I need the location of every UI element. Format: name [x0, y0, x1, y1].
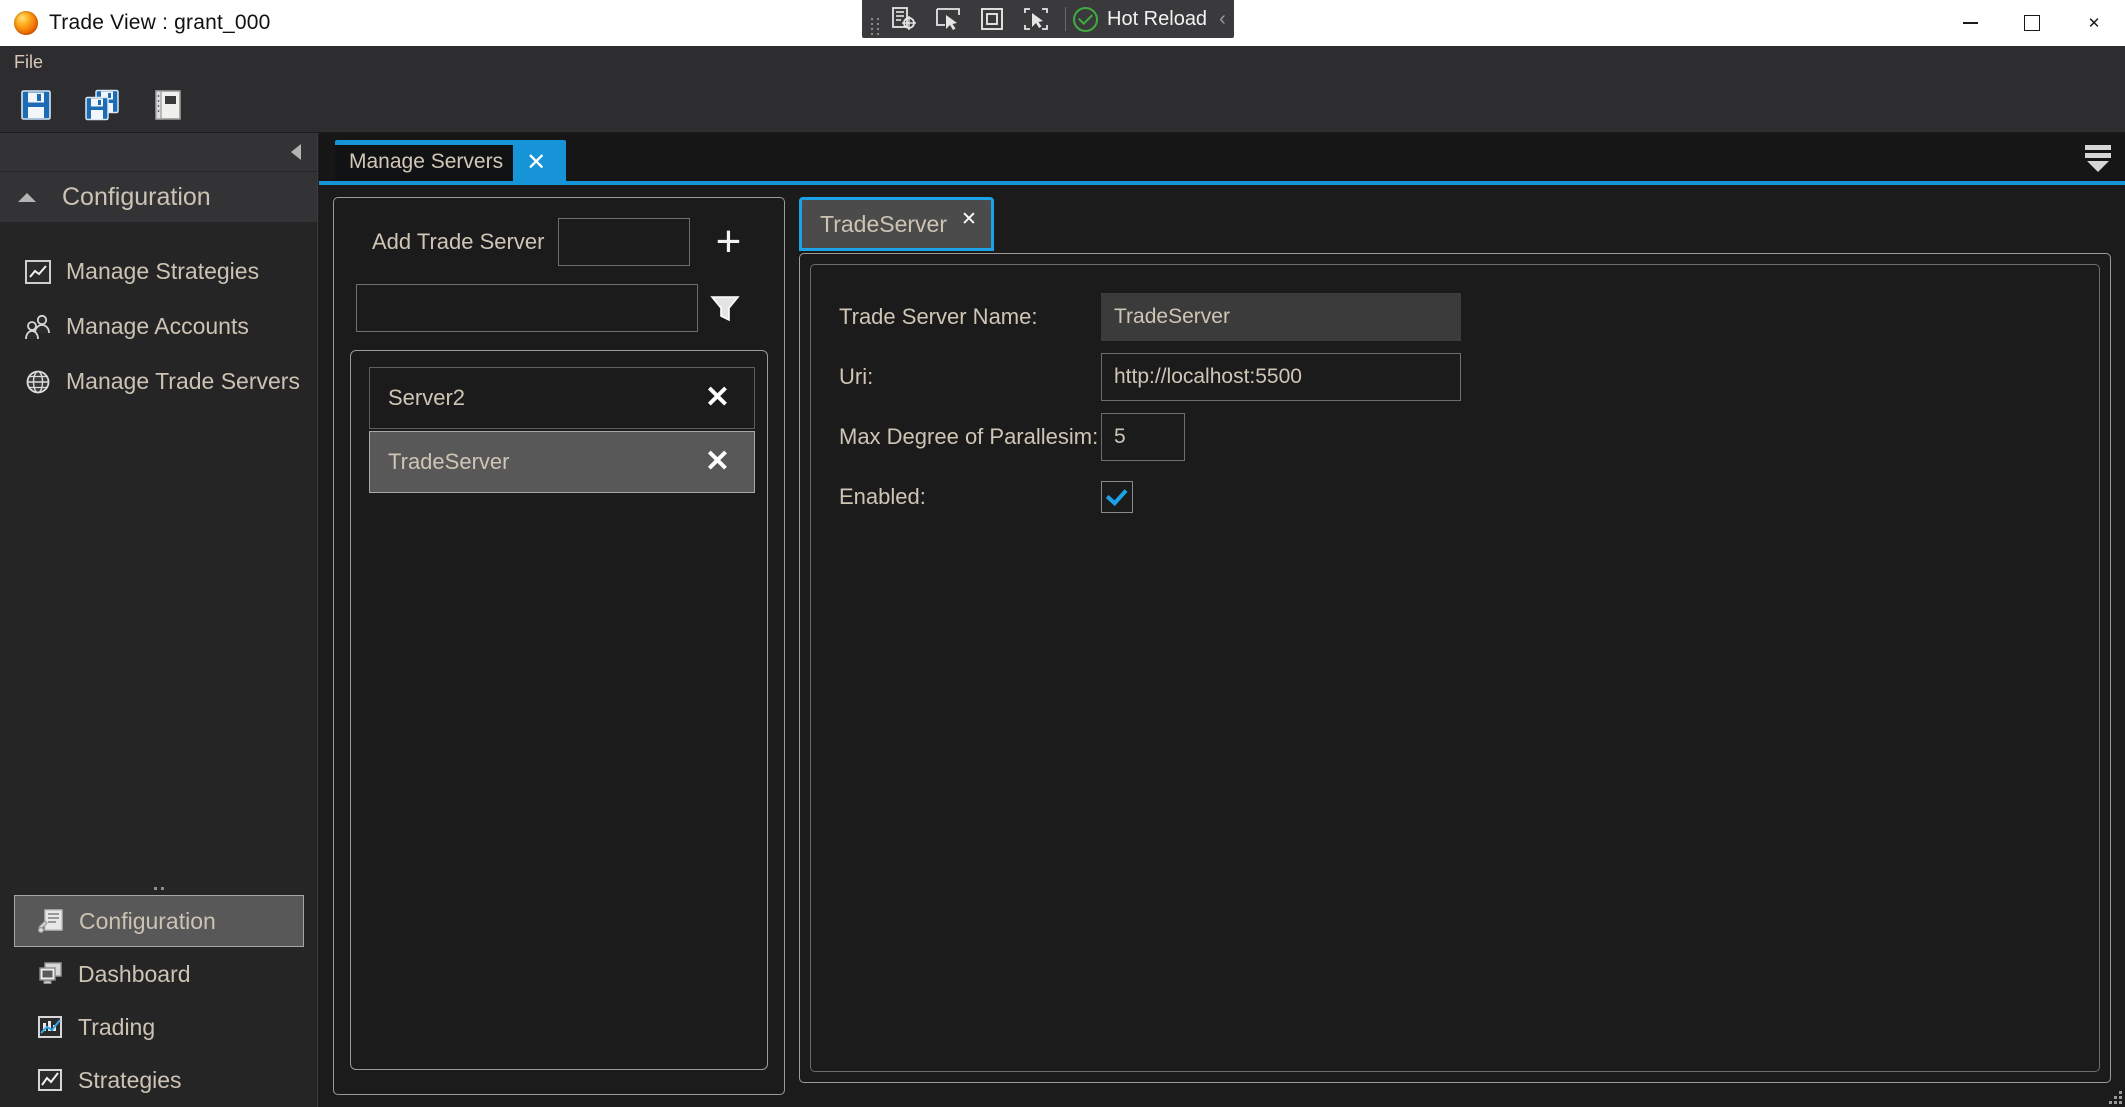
funnel-filter-icon[interactable] [708, 291, 742, 325]
collapse-left-icon [291, 144, 301, 160]
tab-label: Manage Servers [335, 145, 513, 181]
filter-row [346, 272, 772, 332]
sidebar-item-manage-strategies[interactable]: Manage Strategies [0, 244, 317, 299]
add-server-input[interactable] [558, 218, 690, 266]
detail-tab-label: TradeServer [820, 211, 947, 238]
filter-input[interactable] [356, 284, 698, 332]
chart-frame-icon [24, 258, 52, 286]
field-label: Max Degree of Parallesim: [839, 424, 1101, 450]
uri-input[interactable]: http://localhost:5500 [1101, 353, 1461, 401]
triangle-up-icon [18, 193, 36, 202]
window-controls: ✕ [1939, 0, 2125, 46]
field-label: Trade Server Name: [839, 304, 1101, 330]
strategies-icon [36, 1066, 64, 1094]
nav-item-strategies[interactable]: Strategies [14, 1054, 304, 1106]
tab-manage-servers[interactable]: Manage Servers ✕ [335, 140, 566, 185]
sidebar-item-label: Manage Strategies [66, 258, 259, 285]
add-server-button[interactable]: + [704, 220, 752, 264]
enabled-checkbox[interactable] [1101, 481, 1133, 513]
sidebar-section-header[interactable]: Configuration [0, 172, 317, 222]
window-title: Trade View : grant_000 [49, 11, 271, 35]
field-label: Enabled: [839, 484, 1101, 510]
notebook-icon[interactable] [146, 85, 190, 125]
title-left-group: Trade View : grant_000 [0, 11, 271, 35]
display-layout-adorner-icon[interactable] [970, 2, 1014, 36]
detail-tab-close-icon[interactable]: ✕ [961, 208, 977, 231]
nav-item-configuration[interactable]: Configuration [14, 895, 304, 947]
save-icon[interactable] [14, 85, 58, 125]
nav-item-dashboard[interactable]: Dashboard [14, 948, 304, 1000]
menu-bar: File [0, 46, 2125, 78]
nav-item-trading[interactable]: Trading [14, 1001, 304, 1053]
detail-body: Trade Server Name: TradeServer Uri: http… [799, 253, 2111, 1083]
nav-item-label: Configuration [79, 908, 216, 935]
list-item[interactable]: Server2 ✕ [369, 367, 755, 429]
field-trade-server-name: Trade Server Name: TradeServer [839, 287, 2099, 347]
minimize-button[interactable] [1939, 0, 2001, 46]
field-label: Uri: [839, 364, 1101, 390]
people-icon [24, 313, 52, 341]
sidebar-nav: Configuration Dashboard [0, 881, 318, 1107]
window-resize-grip[interactable] [2100, 1082, 2122, 1104]
remove-server-icon[interactable]: ✕ [705, 447, 730, 477]
hot-reload-label: Hot Reload [1107, 8, 1207, 31]
save-all-icon[interactable] [80, 85, 124, 125]
green-check-circle-icon [1073, 7, 1098, 32]
maximize-button[interactable] [2001, 0, 2063, 46]
nav-item-label: Trading [78, 1014, 155, 1041]
sidebar-item-manage-trade-servers[interactable]: Manage Trade Servers [0, 354, 317, 409]
enable-selection-icon[interactable] [1014, 2, 1058, 36]
server-detail-panel: TradeServer ✕ Trade Server Name: TradeSe… [799, 197, 2115, 1097]
tab-list-dropdown-icon[interactable] [2085, 145, 2111, 172]
sidebar-section-title: Configuration [62, 183, 211, 212]
tab-close-icon[interactable]: ✕ [513, 151, 562, 175]
trading-icon [36, 1013, 64, 1041]
app-orb-icon [14, 11, 38, 35]
configuration-icon [37, 907, 65, 935]
list-item-label: TradeServer [388, 449, 509, 475]
max-degree-input[interactable]: 5 [1101, 413, 1185, 461]
field-max-degree-of-parallelism: Max Degree of Parallesim: 5 [839, 407, 2099, 467]
dashboard-icon [36, 960, 64, 988]
list-item[interactable]: TradeServer ✕ [369, 431, 755, 493]
sidebar-splitter-grip[interactable] [0, 881, 318, 895]
toolbar-separator [1065, 7, 1066, 31]
sidebar-links: Manage Strategies Manage Accounts [0, 222, 317, 409]
title-bar: Trade View : grant_000 [0, 0, 2125, 46]
sidebar-item-label: Manage Accounts [66, 313, 249, 340]
add-server-label: Add Trade Server [372, 229, 544, 255]
tab-content: Add Trade Server + Server2 ✕ Trade [319, 185, 2125, 1107]
document-tab-strip: Manage Servers ✕ [319, 133, 2125, 185]
toolbar-grip-icon[interactable] [868, 6, 882, 32]
nav-item-label: Dashboard [78, 961, 191, 988]
servers-list-panel: Add Trade Server + Server2 ✕ Trade [333, 197, 785, 1095]
close-button[interactable]: ✕ [2063, 0, 2125, 46]
add-server-row: Add Trade Server + [346, 212, 772, 272]
list-item-label: Server2 [388, 385, 465, 411]
detail-form: Trade Server Name: TradeServer Uri: http… [810, 264, 2100, 1072]
field-uri: Uri: http://localhost:5500 [839, 347, 2099, 407]
sidebar-collapse-button[interactable] [0, 133, 317, 171]
hot-reload-toolbar[interactable]: Hot Reload ‹ [862, 0, 1234, 38]
sidebar-item-label: Manage Trade Servers [66, 368, 300, 395]
main-area: Manage Servers ✕ Add Trade Server + [319, 133, 2125, 1107]
select-element-icon[interactable] [926, 2, 970, 36]
chevron-left-icon[interactable]: ‹ [1219, 8, 1226, 31]
nav-item-label: Strategies [78, 1067, 182, 1094]
menu-file[interactable]: File [0, 52, 55, 73]
detail-tab-tradeserver[interactable]: TradeServer ✕ [799, 197, 994, 251]
left-sidebar: Configuration Manage Strategies Mana [0, 133, 318, 1107]
trade-server-name-input: TradeServer [1101, 293, 1461, 341]
remove-server-icon[interactable]: ✕ [705, 383, 730, 413]
servers-list: Server2 ✕ TradeServer ✕ [350, 350, 768, 1070]
detail-tab-strip: TradeServer ✕ [799, 197, 2115, 253]
globe-network-icon [24, 368, 52, 396]
field-enabled: Enabled: [839, 467, 2099, 527]
go-to-live-visual-tree-icon[interactable] [882, 2, 926, 36]
tool-strip [0, 78, 2125, 133]
sidebar-item-manage-accounts[interactable]: Manage Accounts [0, 299, 317, 354]
